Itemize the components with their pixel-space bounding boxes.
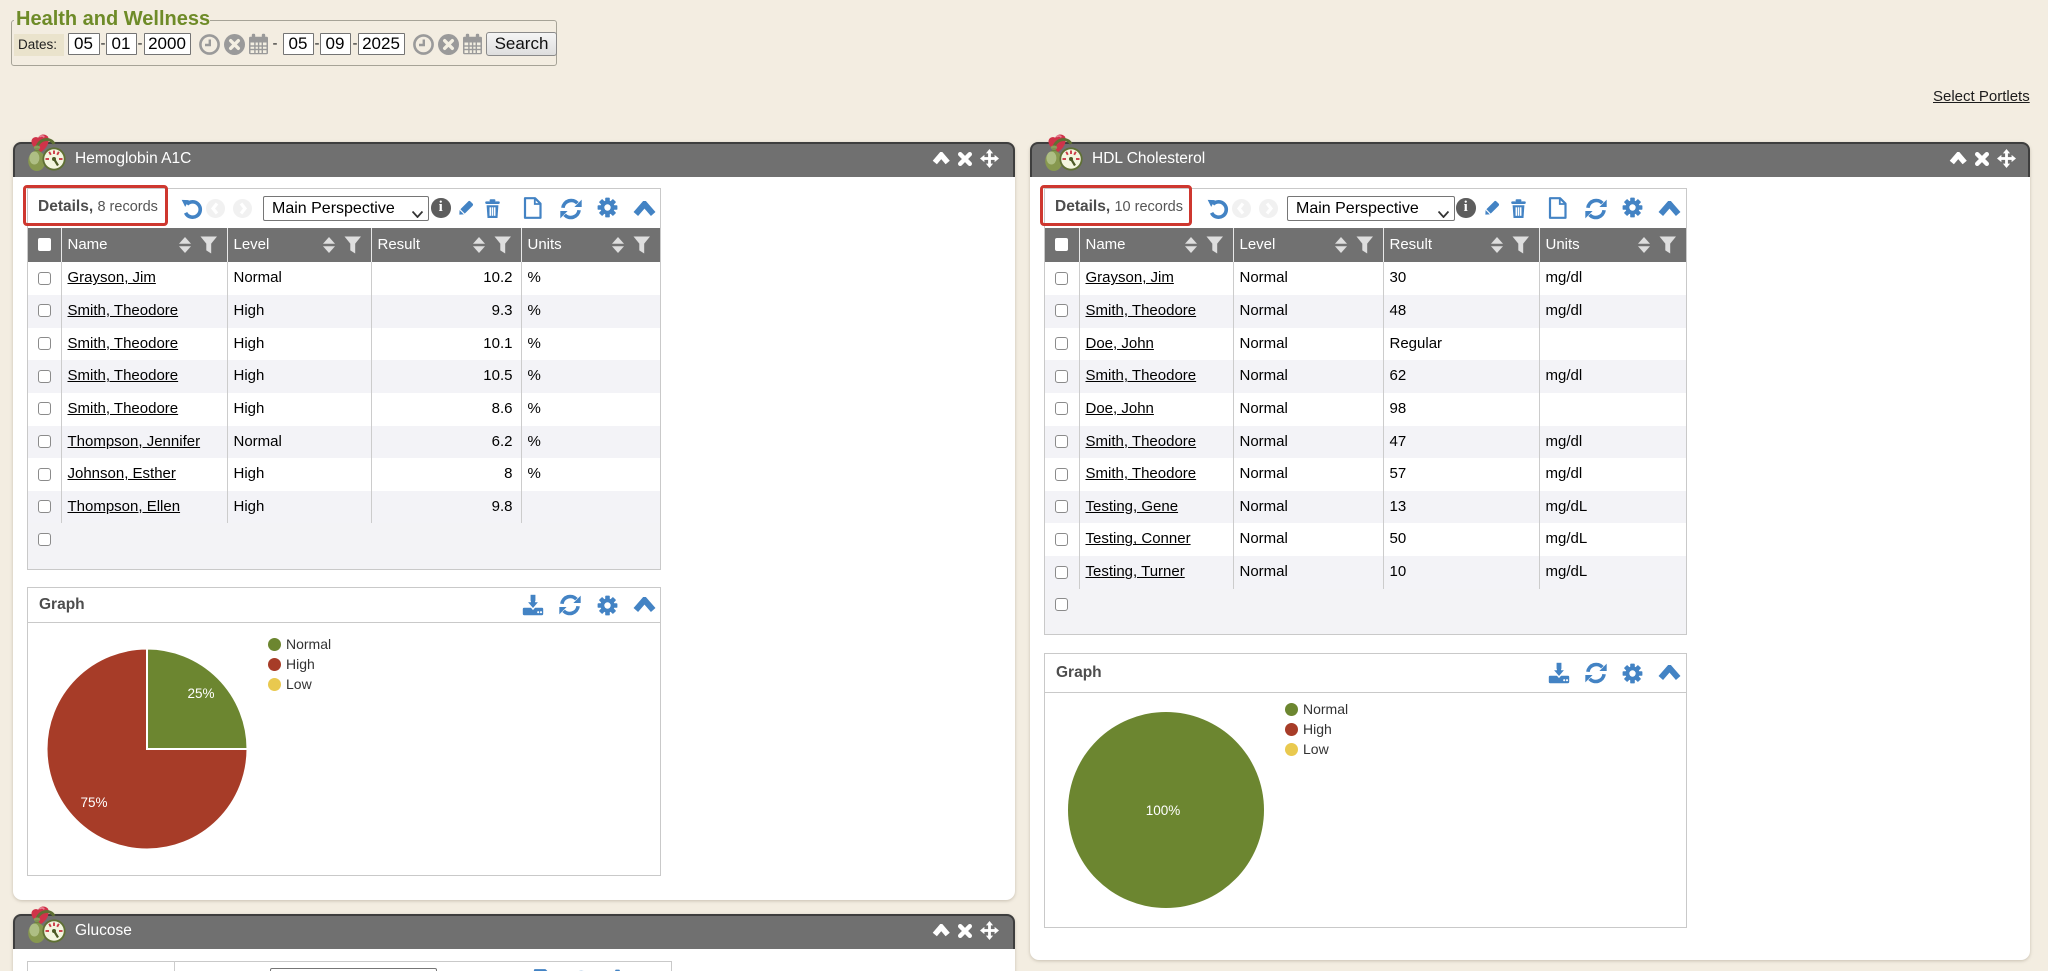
- svg-text:25%: 25%: [187, 686, 214, 701]
- svg-text:100%: 100%: [1145, 803, 1180, 818]
- svg-text:75%: 75%: [80, 795, 107, 810]
